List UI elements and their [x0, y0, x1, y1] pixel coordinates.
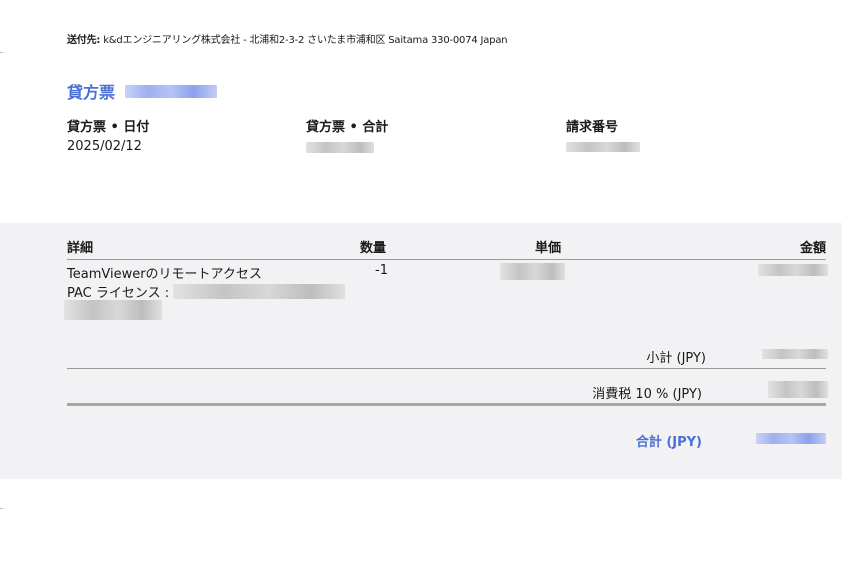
header-divider: [67, 259, 826, 260]
header-details: 詳細: [67, 241, 94, 256]
ship-to-line: 送付先: k&dエンジニアリング株式会社 - 北浦和2-3-2 さいたま市浦和区…: [67, 31, 508, 46]
redacted-grand-total: [756, 433, 826, 444]
redacted-license-code: [173, 284, 346, 299]
invoice-number-label: 請求番号: [566, 120, 619, 135]
redacted-unit-price: [500, 263, 565, 280]
meta-invoice-number: 請求番号: [566, 116, 640, 156]
redacted-license-code-continued: [64, 300, 162, 320]
meta-date: 貸方票 • 日付 2025/02/12: [67, 116, 149, 154]
redacted-total-value: [306, 142, 374, 153]
header-unit-price: 単価: [535, 241, 562, 256]
page-edge-mark: [0, 52, 3, 53]
redacted-subtotal: [762, 349, 828, 359]
subtotal-divider: [67, 368, 826, 369]
item-license-line: PAC ライセンス :: [67, 282, 346, 301]
tax-label: 消費税 10 % (JPY): [592, 387, 702, 402]
line-items-section: [0, 223, 842, 479]
item-description: TeamViewerのリモートアクセス: [67, 267, 262, 282]
redacted-document-number: [125, 84, 218, 98]
page-edge-mark: [0, 508, 3, 509]
license-label: PAC ライセンス :: [67, 286, 170, 301]
header-amount: 金額: [799, 241, 826, 256]
redacted-invoice-number: [566, 142, 640, 152]
subtotal-label: 小計 (JPY): [646, 351, 706, 366]
document-title: 貸方票: [67, 83, 116, 102]
ship-to-label: 送付先:: [67, 35, 101, 46]
redacted-amount: [758, 264, 828, 276]
redacted-tax: [768, 381, 828, 398]
item-quantity: -1: [375, 263, 388, 278]
date-value: 2025/02/12: [67, 139, 142, 154]
grand-total-divider: [67, 403, 826, 406]
header-quantity: 数量: [360, 241, 387, 256]
grand-total-label: 合計 (JPY): [635, 435, 702, 450]
document-title-row: 貸方票: [67, 79, 218, 103]
meta-total: 貸方票 • 合計: [306, 116, 388, 157]
total-label: 貸方票 • 合計: [306, 120, 389, 135]
ship-to-address: k&dエンジニアリング株式会社 - 北浦和2-3-2 さいたま市浦和区 Sait…: [103, 35, 508, 46]
credit-note-page: 送付先: k&dエンジニアリング株式会社 - 北浦和2-3-2 さいたま市浦和区…: [0, 0, 842, 562]
date-label: 貸方票 • 日付: [67, 120, 150, 135]
